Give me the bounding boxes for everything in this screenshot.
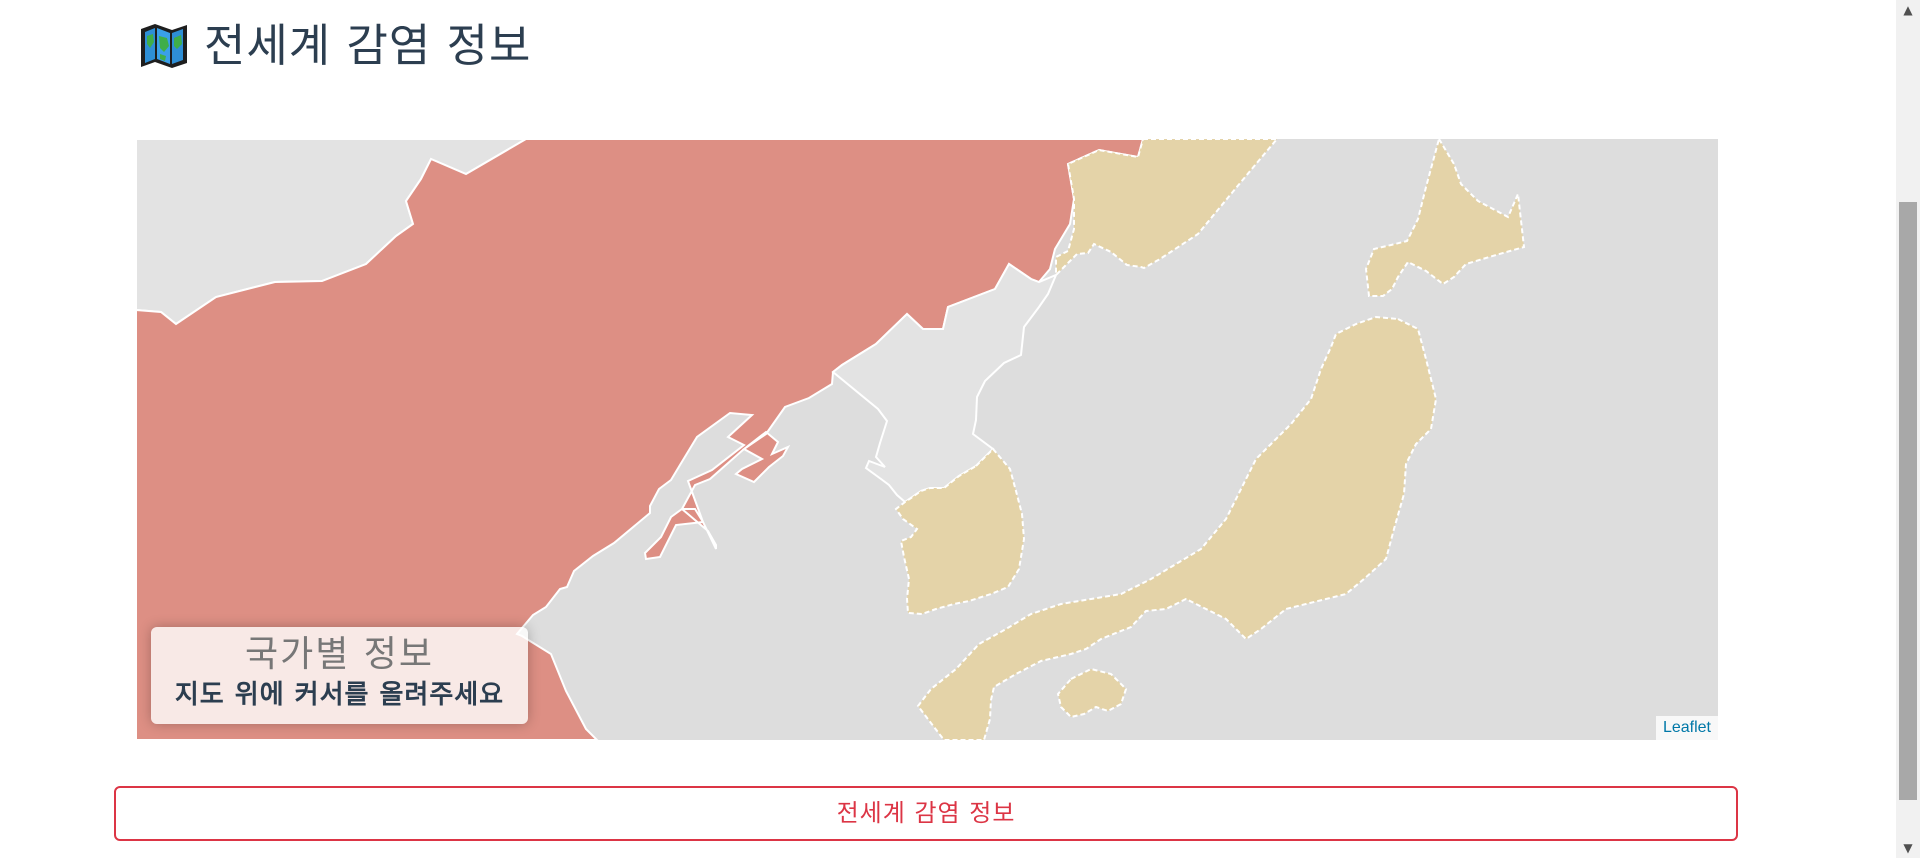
leaflet-attribution-link[interactable]: Leaflet [1655, 716, 1718, 740]
page-scrollbar[interactable]: ▲ ▼ [1896, 0, 1920, 858]
country-info-box: 국가별 정보 지도 위에 커서를 올려주세요 [151, 627, 528, 724]
region-russia-far-east[interactable] [1055, 139, 1279, 278]
info-box-title: 국가별 정보 [244, 634, 435, 675]
region-hokkaido[interactable] [1364, 139, 1526, 297]
info-box-hint: 지도 위에 커서를 올려주세요 [174, 680, 505, 710]
scroll-up-arrow-icon[interactable]: ▲ [1896, 0, 1920, 20]
region-kyushu[interactable] [1056, 667, 1128, 719]
map-container[interactable]: 국가별 정보 지도 위에 커서를 올려주세요 Leaflet [136, 139, 1718, 740]
world-map-icon [141, 24, 187, 68]
scrollbar-thumb[interactable] [1899, 202, 1917, 800]
page-title: 전세계 감염 정보 [138, 18, 531, 74]
page-title-text: 전세계 감염 정보 [204, 19, 532, 72]
global-infection-button[interactable]: 전세계 감염 정보 [114, 786, 1738, 841]
scroll-down-arrow-icon[interactable]: ▼ [1896, 838, 1920, 858]
